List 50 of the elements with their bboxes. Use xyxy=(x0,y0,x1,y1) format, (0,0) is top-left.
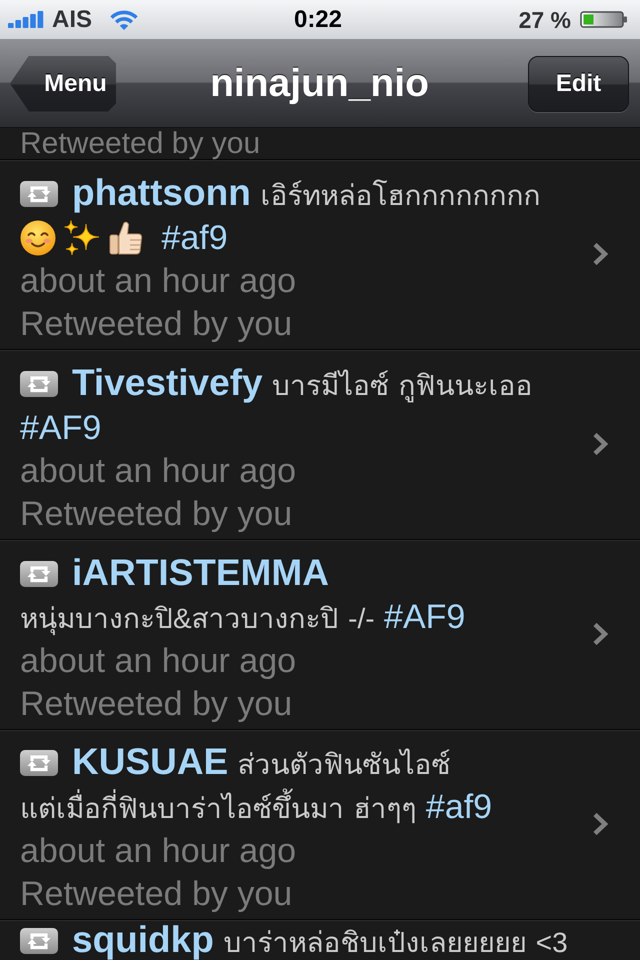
carrier-name: AIS xyxy=(52,6,92,34)
tweet-row[interactable]: phattsonn เอิร์ทหล่อโฮกกกกกกกก #af9 about an hour ago Retweeted by you xyxy=(0,160,640,350)
retweet-icon xyxy=(20,370,58,396)
username-link[interactable]: iARTISTEMMA xyxy=(72,552,329,592)
chevron-icon xyxy=(592,242,608,266)
timestamp: about an hour ago xyxy=(20,831,298,872)
timestamp: about an hour ago xyxy=(20,450,298,492)
tweet-text: phattsonn เอิร์ทหล่อโฮกกกกกกกก #af9 xyxy=(20,170,576,260)
hashtag-link[interactable]: #af9 xyxy=(426,788,492,826)
tweet-text: squidkp บาร่าหล่อชิบเป๋งเลยยยยย <3 xyxy=(20,921,576,960)
timestamp: about an hour ago xyxy=(20,260,298,302)
tweet-text: iARTISTEMMA หนุ่มบางกะปิ&สาวบางกะปิ -/- #AF9 xyxy=(20,550,466,638)
username-link[interactable]: Tivestivefy xyxy=(72,362,263,402)
retweet-icon xyxy=(20,928,58,954)
sparkles-icon xyxy=(64,220,100,256)
tweet-row[interactable]: Tivestivefy บารมีไอซ์ กูฟินนะเออ #AF9 about an hour ago Retweeted by you xyxy=(0,350,640,540)
signal-icon xyxy=(8,11,44,28)
retweet-icon xyxy=(20,560,58,586)
timestamp: about an hour ago xyxy=(20,640,298,682)
retweet-note: Retweeted by you xyxy=(20,494,294,534)
retweet-icon xyxy=(20,750,58,776)
hashtag-link[interactable]: #AF9 xyxy=(20,408,102,446)
tweet-row[interactable]: KUSUAE ส่วนตัวฟินซันไอซ์ แต่เมื่อกี่ฟินบาร่าไอซ์ขึ้นมา ฮ่าๆๆ #af9 about an hour ago Retweeted by you xyxy=(0,730,640,920)
clock: 0:22 xyxy=(294,6,342,34)
edit-button[interactable]: Edit xyxy=(528,56,629,112)
battery-percent: 27 % xyxy=(518,6,571,34)
tweet-text: KUSUAE ส่วนตัวฟินซันไอซ์ แต่เมื่อกี่ฟินบาร่าไอซ์ขึ้นมา ฮ่าๆๆ #af9 xyxy=(20,740,494,828)
screen-title: ninajun_nio xyxy=(210,60,429,106)
tweet-row[interactable]: squidkp บาร่าหล่อชิบเป๋งเลยยยยย <3 xyxy=(0,920,640,960)
battery-icon xyxy=(580,11,628,28)
username-link[interactable]: squidkp xyxy=(72,919,214,960)
retweet-note: Retweeted by you xyxy=(20,684,294,724)
wifi-icon xyxy=(109,9,140,30)
smiling-face-icon xyxy=(20,220,56,256)
retweet-note: Retweeted by you xyxy=(20,874,294,915)
retweet-note: Retweeted by you xyxy=(20,304,294,344)
tweet-row[interactable]: iARTISTEMMA หนุ่มบางกะปิ&สาวบางกะปิ -/- #AF9 about an hour ago Retweeted by you xyxy=(0,540,640,730)
chevron-icon xyxy=(592,622,608,646)
chevron-icon xyxy=(592,812,608,836)
chevron-icon xyxy=(592,432,608,456)
back-button[interactable]: Menu xyxy=(10,56,116,112)
thumbs-up-icon xyxy=(108,220,144,256)
retweet-icon xyxy=(20,180,58,206)
username-link[interactable]: phattsonn xyxy=(72,172,251,212)
username-link[interactable]: KUSUAE xyxy=(72,741,228,782)
tweet-text: Tivestivefy บารมีไอซ์ กูฟินนะเออ #AF9 xyxy=(20,360,534,448)
hashtag-link[interactable]: #af9 xyxy=(161,218,228,256)
hashtag-link[interactable]: #AF9 xyxy=(384,598,466,636)
tweet-row[interactable]: Retweeted by you xyxy=(0,128,640,160)
retweet-note: Retweeted by you xyxy=(20,128,262,159)
